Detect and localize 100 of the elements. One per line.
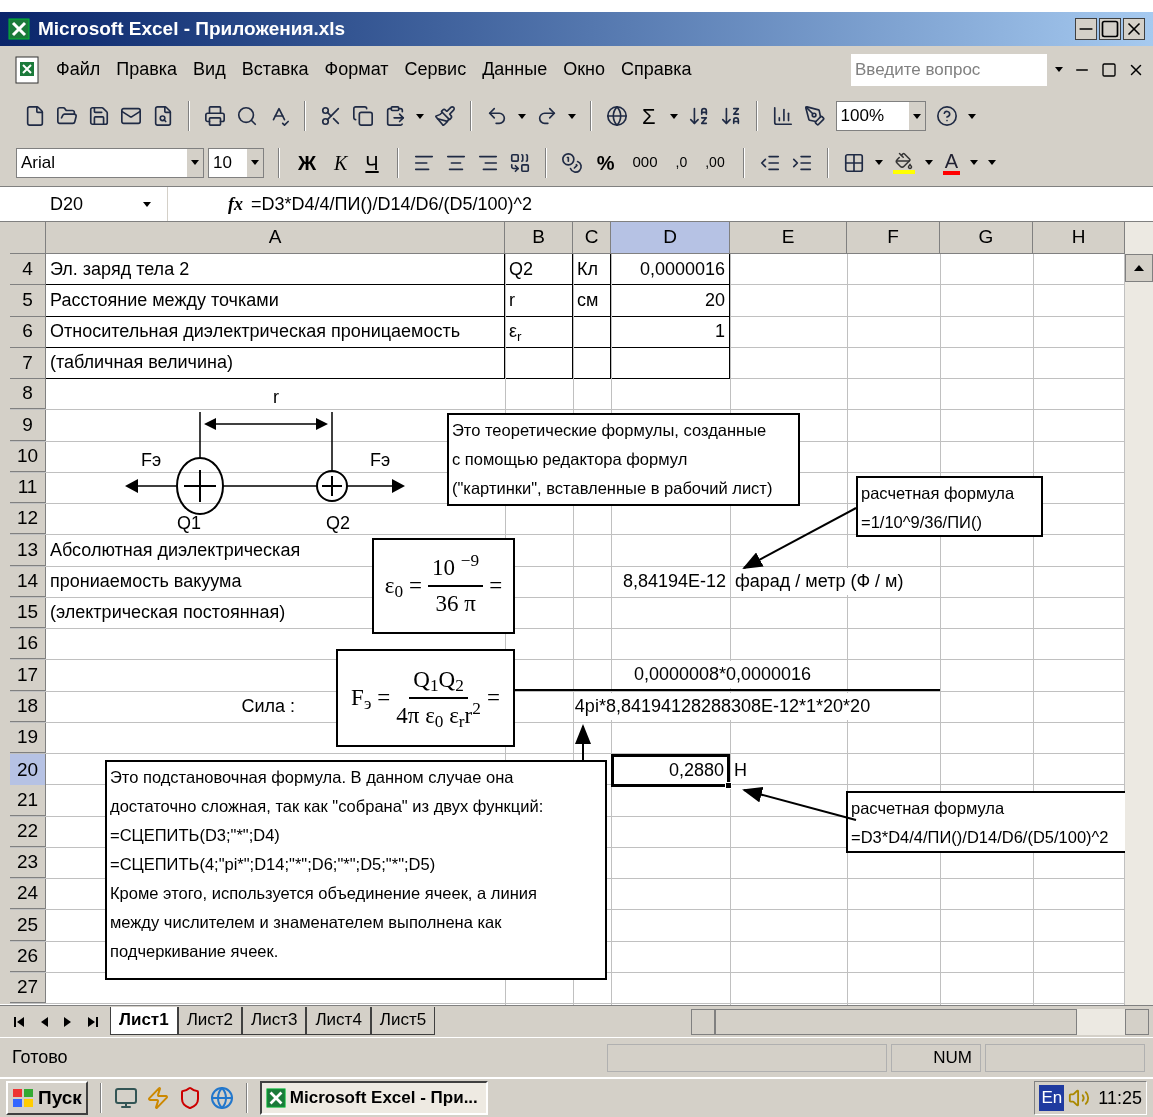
underline-button[interactable]: Ч [361, 147, 383, 178]
sheet-tab[interactable]: Лист4 [306, 1006, 371, 1035]
caret-icon[interactable] [669, 113, 678, 119]
row-header[interactable]: 6 [10, 316, 46, 348]
caret-icon[interactable] [568, 113, 576, 119]
sheet-tab[interactable]: Лист1 [110, 1006, 178, 1035]
column-header[interactable]: B [505, 222, 573, 254]
menu-item[interactable]: Сервис [404, 56, 467, 83]
sort-ascending-icon[interactable] [687, 105, 710, 127]
caret-icon[interactable] [924, 160, 933, 165]
sort-descending-icon[interactable] [719, 105, 742, 127]
close-icon[interactable] [1123, 18, 1145, 40]
magnifier-icon[interactable] [236, 105, 258, 127]
help-icon[interactable] [935, 105, 958, 127]
save-icon[interactable] [88, 105, 110, 127]
pen-icon[interactable] [803, 105, 826, 127]
thousands-button[interactable]: 000 [628, 151, 662, 174]
column-header[interactable]: E [730, 222, 847, 254]
scroll-up-button[interactable] [1125, 254, 1153, 282]
chart-icon[interactable] [771, 105, 794, 127]
question-field[interactable]: Введите вопрос [851, 53, 1047, 86]
menu-item[interactable]: Файл [56, 56, 101, 83]
coins-icon[interactable] [560, 151, 583, 174]
borders-icon[interactable] [842, 151, 865, 174]
desktop-icon[interactable] [113, 1086, 138, 1110]
merge-icon[interactable] [508, 151, 531, 174]
scroll-up-icon[interactable] [1134, 265, 1144, 271]
row-header[interactable]: 21 [10, 785, 46, 816]
row-header[interactable]: 16 [10, 629, 46, 660]
name-box[interactable]: D20 [0, 187, 168, 221]
sheet-tab[interactable]: Лист5 [370, 1006, 436, 1035]
caret-icon[interactable] [143, 201, 151, 207]
scissors-icon[interactable] [320, 105, 342, 127]
row-header[interactable]: 17 [10, 660, 46, 691]
fill-color-icon[interactable] [892, 151, 915, 174]
printer-icon[interactable] [204, 105, 226, 127]
caret-icon[interactable] [416, 113, 424, 119]
font-color-button[interactable]: A [942, 150, 961, 175]
open-folder-icon[interactable] [56, 105, 78, 127]
menu-item[interactable]: Вид [193, 56, 226, 83]
copy-icon[interactable] [352, 105, 374, 127]
row-header[interactable]: 8 [10, 379, 46, 410]
row-header[interactable]: 9 [10, 410, 46, 441]
font-size-field[interactable]: 10 [208, 147, 264, 178]
tab-scroll-icon[interactable] [14, 1015, 26, 1028]
row-header[interactable]: 27 [10, 972, 46, 1003]
row-header[interactable]: 22 [10, 816, 46, 847]
row-header[interactable]: 23 [10, 847, 46, 878]
column-header[interactable]: A [46, 222, 505, 254]
row-header[interactable]: 25 [10, 910, 46, 941]
minimize-icon[interactable] [1075, 18, 1097, 40]
caret-icon[interactable] [874, 160, 883, 165]
maximize-icon[interactable] [1099, 18, 1121, 40]
italic-button[interactable]: К [330, 147, 352, 178]
selected-cell[interactable]: 0,2880 [611, 754, 730, 787]
decimal-button[interactable]: ,0 [671, 152, 692, 173]
fill-handle[interactable] [725, 782, 732, 789]
row-header[interactable]: 19 [10, 722, 46, 753]
column-header[interactable]: C [573, 222, 611, 254]
vertical-scrollbar[interactable] [1125, 222, 1153, 1005]
sum-button[interactable]: Σ [638, 99, 660, 133]
mail-icon[interactable] [120, 105, 142, 127]
row-header[interactable]: 4 [10, 254, 46, 286]
file-search-icon[interactable] [152, 105, 174, 127]
column-header[interactable]: G [940, 222, 1033, 254]
menu-item[interactable]: Формат [324, 56, 389, 83]
browser-icon[interactable] [209, 1086, 234, 1110]
menu-item[interactable]: Окно [563, 56, 605, 83]
undo-icon[interactable] [486, 105, 508, 127]
row-header[interactable]: 14 [10, 566, 46, 597]
row-header[interactable]: 13 [10, 535, 46, 566]
caret-icon[interactable] [518, 113, 526, 119]
sheet-tab[interactable]: Лист2 [177, 1006, 243, 1035]
scroll-thumb[interactable] [715, 1008, 1077, 1035]
row-header[interactable]: 10 [10, 441, 46, 472]
row-header[interactable]: 20 [10, 754, 46, 787]
row-header[interactable]: 15 [10, 597, 46, 628]
caret-icon[interactable] [912, 113, 921, 119]
row-header[interactable]: 5 [10, 285, 46, 317]
menu-item[interactable]: Правка [116, 56, 178, 83]
paintbrush-icon[interactable] [434, 105, 456, 127]
new-file-icon[interactable] [24, 105, 46, 127]
restore-icon[interactable] [1101, 61, 1117, 78]
column-header[interactable]: D [611, 222, 730, 254]
scroll-left-button[interactable] [691, 1008, 715, 1035]
font-field[interactable]: Arial [16, 147, 204, 178]
caret-icon[interactable] [1055, 67, 1063, 72]
scroll-right-button[interactable] [1125, 1008, 1149, 1035]
menu-item[interactable]: Вставка [241, 56, 309, 83]
tab-scroll-icon[interactable] [86, 1015, 98, 1028]
column-header[interactable]: F [847, 222, 940, 254]
caret-icon[interactable] [191, 160, 199, 165]
menu-item[interactable]: Справка [621, 56, 692, 83]
caret-icon[interactable] [251, 160, 259, 165]
formula-field[interactable]: =D3*D4/4/ПИ()/D14/D6/(D5/100)^2 [251, 190, 532, 218]
start-button[interactable]: Пуск [6, 1081, 88, 1115]
redo-icon[interactable] [536, 105, 558, 127]
zoom-field[interactable]: 100% [835, 101, 926, 131]
row-header[interactable]: 24 [10, 879, 46, 910]
row-header[interactable]: 26 [10, 941, 46, 972]
